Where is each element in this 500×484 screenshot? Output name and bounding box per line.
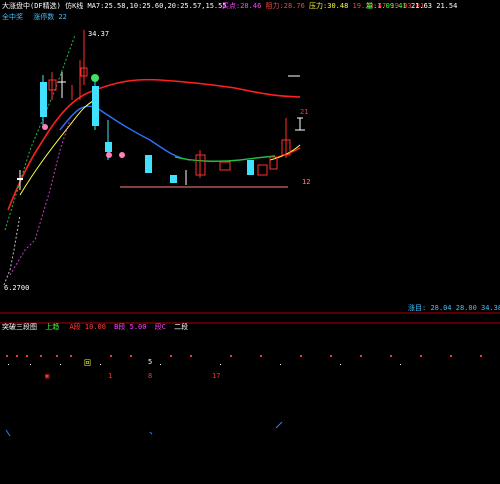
indicator-mark-4: 8 <box>148 372 153 380</box>
indicator-c-label: B段 <box>114 323 126 331</box>
blue-tick-2 <box>149 431 153 435</box>
indicator-e-label: 二段 <box>174 323 189 331</box>
ma-green-line <box>174 155 276 162</box>
indicator-dots-white <box>8 364 401 365</box>
kline-chart[interactable] <box>0 0 500 484</box>
indicator-dots <box>6 355 482 357</box>
indicator-mark-6: ▣ <box>45 372 50 380</box>
ma-yellow-line <box>19 99 96 196</box>
target-label: 涨目: <box>408 304 427 312</box>
pink-marker-3 <box>119 152 125 158</box>
green-marker <box>91 74 99 82</box>
indicator-title: 突破三段图 <box>2 323 37 331</box>
pink-marker-1 <box>42 124 48 130</box>
indicator-b-value: 10.00 <box>84 323 106 331</box>
target-readout: 涨目: 28.04 28.00 34.38 <box>408 303 500 313</box>
indicator-header: 突破三段图 上趋 A段 10.00 B段 5.00 段C 二段 <box>2 322 188 332</box>
blue-tick-3 <box>275 421 283 429</box>
indicator-mark-3: 1 <box>108 372 113 380</box>
candles <box>17 30 291 190</box>
low-price-label: 6.2700 <box>4 284 30 292</box>
right-label-21: 21 <box>300 108 309 116</box>
blue-tick-1 <box>5 429 11 437</box>
indicator-mark-5: 17 <box>212 372 221 380</box>
indicator-c-value: 5.00 <box>129 323 147 331</box>
pink-marker-2 <box>106 152 112 158</box>
indicator-b-label: A段 <box>69 323 81 331</box>
indicator-mark-2: 5 <box>148 358 153 366</box>
target-v2: 28.00 <box>455 304 477 312</box>
right-label-low: 12 <box>302 178 311 186</box>
ma-blue-line <box>59 105 191 161</box>
high-price-label: 34.37 <box>88 30 110 38</box>
ma-right-yellow <box>269 144 301 161</box>
target-v3: 34.38 <box>481 304 500 312</box>
target-v1: 28.04 <box>430 304 452 312</box>
indicator-mark-1: 回 <box>84 359 91 367</box>
indicator-d-label: 段C <box>154 323 166 331</box>
indicator-a-label: 上趋 <box>45 323 60 331</box>
trend-magenta-dash <box>9 119 71 276</box>
